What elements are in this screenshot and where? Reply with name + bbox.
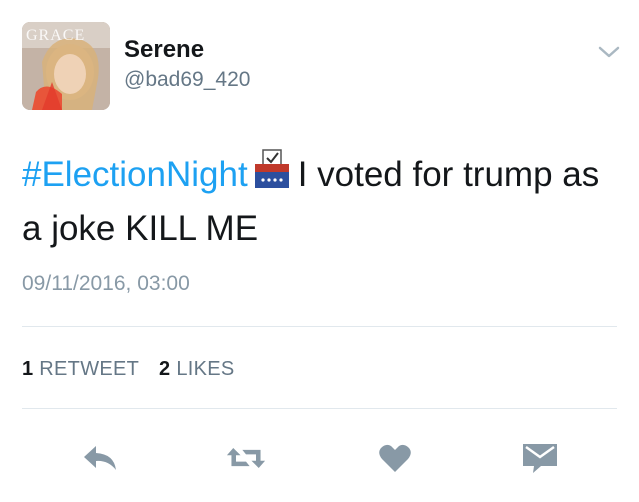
- timestamp[interactable]: 09/11/2016, 03:00: [22, 272, 190, 296]
- chevron-down-icon[interactable]: [597, 44, 621, 60]
- like-icon[interactable]: [375, 438, 415, 478]
- retweet-label: RETWEET: [39, 358, 140, 380]
- divider: [22, 326, 617, 327]
- avatar-watermark: GRACE: [26, 27, 85, 44]
- author-handle[interactable]: @bad69_420: [124, 68, 250, 92]
- like-count: 2: [159, 358, 171, 380]
- like-label: LIKES: [176, 358, 235, 380]
- reply-icon[interactable]: [80, 438, 120, 478]
- hashtag-link[interactable]: #ElectionNight: [22, 155, 248, 194]
- retweet-icon[interactable]: [226, 438, 266, 478]
- divider: [22, 408, 617, 409]
- retweet-stat[interactable]: 1 RETWEET: [22, 358, 139, 380]
- tweet-stats: 1 RETWEET 2 LIKES: [22, 358, 249, 381]
- tweet-text: #ElectionNight I voted for trump as a jo…: [22, 148, 612, 254]
- action-bar: [0, 438, 639, 478]
- author-name[interactable]: Serene: [124, 36, 204, 64]
- message-icon[interactable]: [520, 438, 560, 478]
- retweet-count: 1: [22, 358, 34, 380]
- avatar[interactable]: GRACE: [22, 22, 110, 110]
- ballot-box-icon: [252, 148, 292, 204]
- like-stat[interactable]: 2 LIKES: [159, 358, 235, 380]
